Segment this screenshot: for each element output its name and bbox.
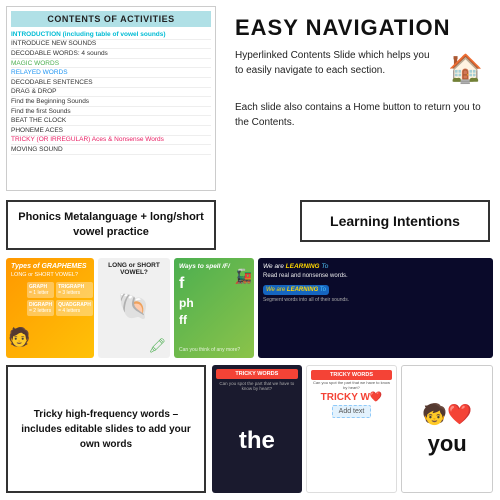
list-item: DRAG & DROP	[11, 88, 211, 98]
slide-long-short-label: LONG or SHORT VOWEL?	[11, 272, 89, 278]
f-caption: Can you think of any more?	[179, 347, 249, 353]
train-icon: 🚂	[235, 268, 252, 285]
list-item: DECODABLE WORDS: 4 sounds	[11, 49, 211, 59]
tricky-sub-1: Can you spot the part that we have to kn…	[216, 381, 298, 391]
grapheme-grid: GRAPH= 1 letter TRIGRAPH= 3 letters DIGR…	[27, 282, 89, 316]
grapheme-cell-quadgraph: QUADGRAPH= 4 letters	[56, 300, 93, 316]
list-item: PHONEME ACES	[11, 126, 211, 136]
list-item: MOVING SOUND	[11, 145, 211, 155]
bottom-desc-box: Tricky high-frequency words – includes e…	[6, 365, 206, 493]
house-icon: 🏠	[448, 48, 483, 90]
word-you: you	[428, 431, 467, 457]
tricky-word-the: the	[239, 427, 275, 455]
tricky-sub-2: Can you spot the part that we have to kn…	[311, 380, 393, 390]
slide-tricky-the: TRICKY WORDS Can you spot the part that …	[212, 365, 302, 493]
slide-fspell: 🚂 Ways to spell /F/ f ph ff Can you thin…	[174, 258, 254, 358]
crayon-icon: 🖍	[148, 337, 166, 354]
learn1-badge: We are LEARNING To	[263, 285, 329, 295]
person-heart-icon: 🧒❤️	[422, 402, 472, 427]
learn1-we: We are	[263, 263, 286, 270]
phonics-box: Phonics Metalanguage + long/short vowel …	[6, 200, 216, 250]
learn1-badge-we: We are	[266, 287, 287, 293]
grapheme-cell-trigraph: TRIGRAPH= 3 letters	[56, 282, 93, 298]
nav-body1: Hyperlinked Contents Slide which helps y…	[235, 48, 483, 90]
learn1-learning: LEARNING	[286, 263, 322, 270]
learning-intentions-box: Learning Intentions	[300, 200, 490, 242]
slide-vowel: LONG or SHORT VOWEL? 🐚 🖍	[98, 258, 170, 358]
slide-you: 🧒❤️ you	[401, 365, 493, 493]
bottom-row: Tricky high-frequency words – includes e…	[6, 365, 493, 493]
list-item: RELAYED WORDS	[11, 68, 211, 78]
learn1-body: Read real and nonsense words.	[263, 272, 488, 281]
slide-tricky-edit: TRICKY WORDS Can you spot the part that …	[306, 365, 398, 493]
slides-strip: 🧑 Types of GRAPHEMES LONG or SHORT VOWEL…	[6, 258, 493, 358]
contents-list: INTRODUCTION (including table of vowel s…	[11, 30, 211, 155]
bottom-slides: TRICKY WORDS Can you spot the part that …	[212, 365, 493, 493]
list-item: INTRODUCE NEW SOUNDS	[11, 40, 211, 50]
learn1-badge-learning: LEARNING	[287, 287, 318, 293]
learn1-sub-body: Segment words into all of their sounds.	[263, 297, 488, 304]
list-item: Find the first Sounds	[11, 107, 211, 117]
page-container: CONTENTS OF ACTIVITIES INTRODUCTION (inc…	[0, 0, 500, 500]
tricky-header-1: TRICKY WORDS	[216, 369, 298, 379]
f-letter-ph: ph	[179, 296, 249, 310]
list-item: DECODABLE SENTENCES	[11, 78, 211, 88]
list-item: BEAT THE CLOCK	[11, 116, 211, 126]
add-text-box: Add text	[332, 405, 372, 418]
shell-icon: 🐚	[118, 291, 150, 322]
f-letter-ff: ff	[179, 313, 249, 327]
bottom-desc-text: Tricky high-frequency words – includes e…	[14, 407, 198, 452]
list-item: TRICKY (OR IRREGULAR) Aces & Nonsense Wo…	[11, 136, 211, 146]
nav-body2: Each slide also contains a Home button t…	[235, 100, 483, 130]
slide-graphemes-title: Types of GRAPHEMES	[11, 263, 89, 270]
person-icon: 🧑	[8, 327, 30, 348]
list-item: INTRODUCTION (including table of vowel s…	[11, 30, 211, 40]
contents-title: CONTENTS OF ACTIVITIES	[11, 11, 211, 27]
grapheme-cell-digraph: DIGRAPH= 2 letters	[27, 300, 54, 316]
nav-title: EASY NAVIGATION	[235, 16, 483, 40]
slide-graphemes: 🧑 Types of GRAPHEMES LONG or SHORT VOWEL…	[6, 258, 94, 358]
contents-panel: CONTENTS OF ACTIVITIES INTRODUCTION (inc…	[6, 6, 216, 191]
list-item: MAGIC WORDS	[11, 59, 211, 69]
learning-title: Learning Intentions	[330, 213, 460, 229]
grapheme-cell-graph: GRAPH= 1 letter	[27, 282, 54, 298]
nav-panel: EASY NAVIGATION Hyperlinked Contents Sli…	[225, 6, 493, 191]
tricky-word-label: TRICKY W❤️	[321, 392, 383, 403]
tricky-header-2: TRICKY WORDS	[311, 370, 393, 380]
slide-vowel-title: LONG or SHORT VOWEL?	[102, 262, 166, 276]
list-item: Find the Beginning Sounds	[11, 97, 211, 107]
phonics-text: Phonics Metalanguage + long/short vowel …	[12, 210, 210, 241]
learn1-header: We are LEARNING To	[263, 263, 488, 270]
slide-learning1: We are LEARNING To Read real and nonsens…	[258, 258, 493, 358]
learn1-to: To	[321, 263, 328, 270]
learn1-badge-to: To	[320, 287, 326, 293]
